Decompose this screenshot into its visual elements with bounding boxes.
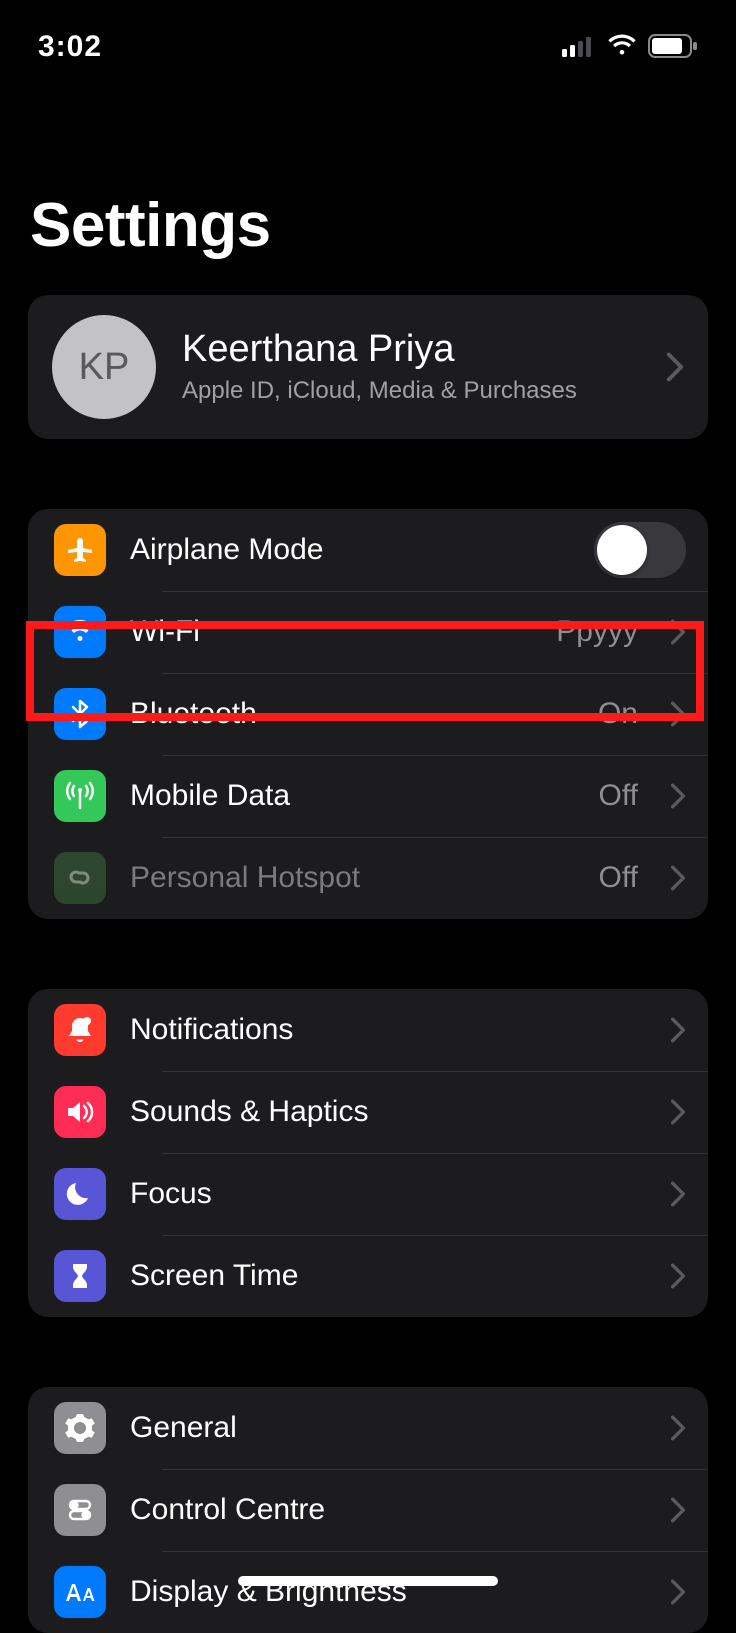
chevron-right-icon (670, 783, 686, 809)
chevron-right-icon (670, 1263, 686, 1289)
chevron-right-icon (670, 1497, 686, 1523)
screen-time-row[interactable]: Screen Time (28, 1235, 708, 1317)
personal-hotspot-detail: Off (599, 861, 638, 895)
mobile-data-row[interactable]: Mobile Data Off (28, 755, 708, 837)
profile-subtitle: Apple ID, iCloud, Media & Purchases (182, 375, 640, 406)
notifications-label: Notifications (130, 1013, 646, 1047)
general-section: General Control Centre Display & Brightn… (28, 1387, 708, 1633)
page-title: Settings (0, 90, 736, 295)
profile-name: Keerthana Priya (182, 328, 640, 371)
sounds-label: Sounds & Haptics (130, 1095, 646, 1129)
avatar: KP (52, 315, 156, 419)
chevron-right-icon (670, 1099, 686, 1125)
mobile-data-detail: Off (599, 779, 638, 813)
sounds-row[interactable]: Sounds & Haptics (28, 1071, 708, 1153)
toggle-knob (597, 525, 647, 575)
speaker-icon (54, 1086, 106, 1138)
chevron-right-icon (670, 1579, 686, 1605)
control-centre-row[interactable]: Control Centre (28, 1469, 708, 1551)
chevron-right-icon (670, 619, 686, 645)
wifi-icon (54, 606, 106, 658)
hourglass-icon (54, 1250, 106, 1302)
focus-row[interactable]: Focus (28, 1153, 708, 1235)
screen-time-label: Screen Time (130, 1259, 646, 1293)
profile-row[interactable]: KP Keerthana Priya Apple ID, iCloud, Med… (28, 295, 708, 439)
status-icons (562, 30, 698, 58)
antenna-icon (54, 770, 106, 822)
wifi-row[interactable]: Wi-Fi Ppyyy (28, 591, 708, 673)
status-time: 3:02 (38, 30, 102, 64)
personal-hotspot-label: Personal Hotspot (130, 861, 575, 895)
control-centre-label: Control Centre (130, 1493, 646, 1527)
control-centre-icon (54, 1484, 106, 1536)
bluetooth-row[interactable]: Bluetooth On (28, 673, 708, 755)
text-size-icon (54, 1566, 106, 1618)
connectivity-section: Airplane Mode Wi-Fi Ppyyy Bluetooth On M… (28, 509, 708, 919)
notifications-row[interactable]: Notifications (28, 989, 708, 1071)
chevron-right-icon (670, 1181, 686, 1207)
chevron-right-icon (670, 1415, 686, 1441)
bluetooth-detail: On (598, 697, 638, 731)
personal-hotspot-row[interactable]: Personal Hotspot Off (28, 837, 708, 919)
wifi-status-icon (606, 34, 638, 58)
moon-icon (54, 1168, 106, 1220)
bluetooth-label: Bluetooth (130, 697, 574, 731)
battery-icon (648, 34, 698, 58)
status-bar: 3:02 (0, 0, 736, 90)
general-row[interactable]: General (28, 1387, 708, 1469)
airplane-icon (54, 524, 106, 576)
chevron-right-icon (670, 865, 686, 891)
chevron-right-icon (670, 1017, 686, 1043)
chevron-right-icon (666, 352, 684, 382)
wifi-label: Wi-Fi (130, 615, 532, 649)
hotspot-icon (54, 852, 106, 904)
profile-text: Keerthana Priya Apple ID, iCloud, Media … (182, 328, 640, 406)
airplane-mode-toggle[interactable] (594, 522, 686, 578)
airplane-mode-row[interactable]: Airplane Mode (28, 509, 708, 591)
mobile-data-label: Mobile Data (130, 779, 575, 813)
chevron-right-icon (670, 701, 686, 727)
cellular-icon (562, 35, 596, 57)
focus-label: Focus (130, 1177, 646, 1211)
general-label: General (130, 1411, 646, 1445)
wifi-detail: Ppyyy (556, 615, 638, 649)
bluetooth-icon (54, 688, 106, 740)
airplane-mode-label: Airplane Mode (130, 533, 570, 567)
gear-icon (54, 1402, 106, 1454)
profile-section: KP Keerthana Priya Apple ID, iCloud, Med… (28, 295, 708, 439)
display-row[interactable]: Display & Brightness (28, 1551, 708, 1633)
home-indicator[interactable] (238, 1576, 498, 1586)
notifications-icon (54, 1004, 106, 1056)
attention-section: Notifications Sounds & Haptics Focus Scr… (28, 989, 708, 1317)
